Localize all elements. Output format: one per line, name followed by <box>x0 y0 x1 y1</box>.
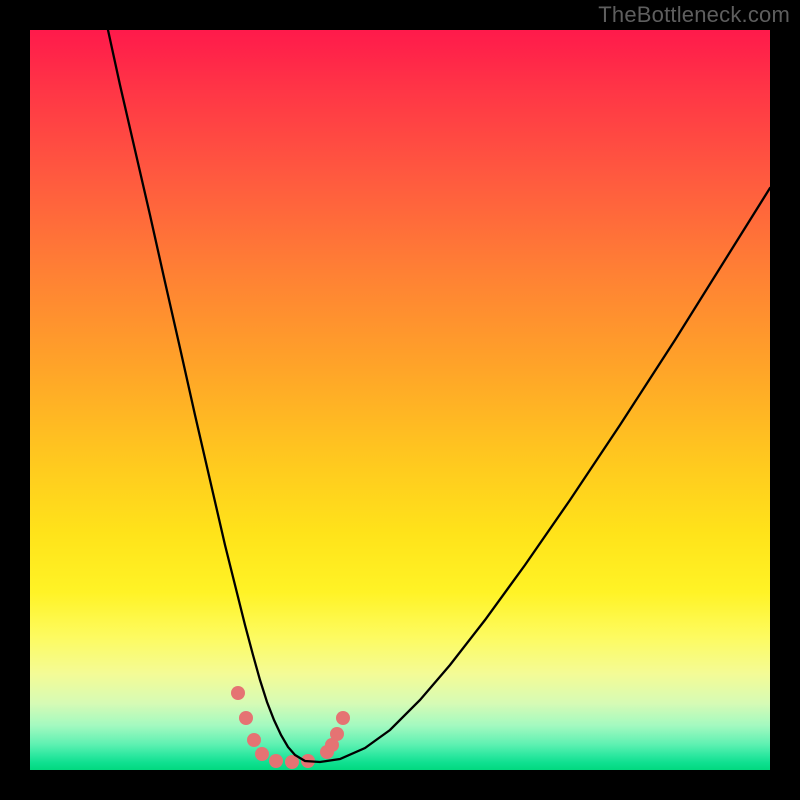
curve-svg <box>30 30 770 770</box>
curve-marker <box>247 733 261 747</box>
chart-frame: TheBottleneck.com <box>0 0 800 800</box>
curve-marker <box>255 747 269 761</box>
watermark-text: TheBottleneck.com <box>598 2 790 28</box>
bottleneck-curve <box>108 30 770 762</box>
curve-marker <box>269 754 283 768</box>
plot-area <box>30 30 770 770</box>
markers-group <box>231 686 350 769</box>
curve-marker <box>330 727 344 741</box>
curve-marker <box>231 686 245 700</box>
curve-marker <box>239 711 253 725</box>
curve-marker <box>336 711 350 725</box>
